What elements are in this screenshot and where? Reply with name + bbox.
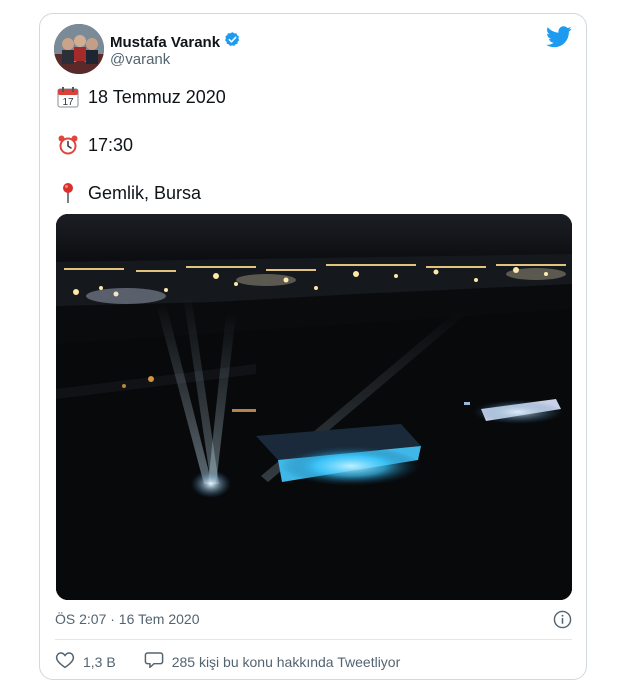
reply-bubble-icon <box>144 651 164 672</box>
author-handle[interactable]: @varank <box>110 51 170 68</box>
tweet-line-text: Gemlik, Bursa <box>88 182 202 203</box>
tweet-line-time: 17:30 <box>57 134 133 156</box>
author-name[interactable]: Mustafa Varank <box>110 34 220 51</box>
info-icon[interactable] <box>553 610 572 634</box>
divider <box>55 639 572 640</box>
avatar[interactable] <box>54 24 104 74</box>
location-pin-icon <box>57 182 79 204</box>
tweet-line-location: Gemlik, Bursa <box>57 182 201 204</box>
tweet-line-text: 18 Temmuz 2020 <box>88 86 226 107</box>
heart-icon <box>55 651 75 672</box>
tweet-timestamp[interactable]: ÖS 2:07 · 16 Tem 2020 <box>55 611 200 627</box>
verified-badge-icon <box>224 31 241 53</box>
tweet-photo[interactable] <box>56 214 572 600</box>
twitter-logo-icon[interactable] <box>546 26 572 53</box>
calendar-icon: 17 <box>57 86 79 108</box>
conversation-text: 285 kişi bu konu hakkında Tweetliyor <box>171 653 401 670</box>
alarm-clock-icon <box>57 134 79 156</box>
author-name-row[interactable]: Mustafa Varank <box>110 31 241 53</box>
engagement-bar: 1,3 B 285 kişi bu konu hakkında Tweetliy… <box>55 651 400 672</box>
tweet-line-text: 17:30 <box>88 134 134 155</box>
like-count: 1,3 B <box>83 653 116 670</box>
like-button[interactable]: 1,3 B <box>55 651 116 672</box>
conversation-button[interactable]: 285 kişi bu konu hakkında Tweetliyor <box>144 651 401 672</box>
tweet-line-date: 17 18 Temmuz 2020 <box>57 86 226 108</box>
calendar-glyph-day: 17 <box>62 97 74 108</box>
